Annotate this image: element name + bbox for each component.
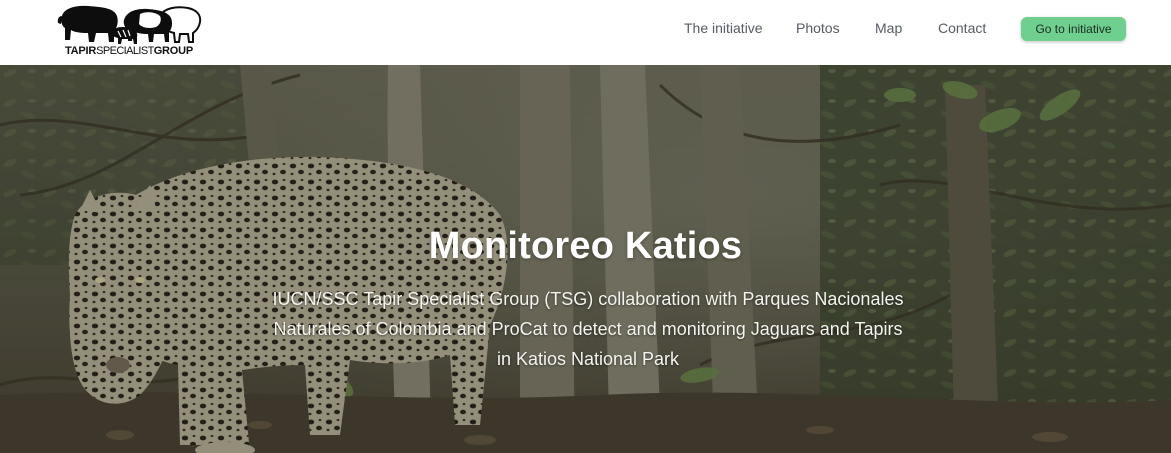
hero-title: Monitoreo Katios [428,225,743,267]
go-to-initiative-button[interactable]: Go to initiative [1021,17,1126,41]
logo-text-specialist: SPECIALIST [96,45,154,57]
nav-item-the-initiative[interactable]: The initiative [684,20,763,36]
logo-text-group: GROUP [153,45,194,57]
nav-item-map[interactable]: Map [875,20,902,36]
site-header: TAPIRSPECIALISTGROUP The initiative Phot… [0,0,1171,65]
hero-banner: Monitoreo Katios IUCN/SSC Tapir Speciali… [0,65,1171,453]
hero-subtitle: IUCN/SSC Tapir Specialist Group (TSG) co… [272,289,904,369]
nav-item-contact[interactable]: Contact [938,20,986,36]
tapir-specialist-group-logo[interactable]: TAPIRSPECIALISTGROUP [50,2,208,58]
nav-item-photos[interactable]: Photos [796,20,840,36]
logo-text-tapir: TAPIR [64,45,97,57]
logo-wordmark: TAPIRSPECIALISTGROUP [50,45,208,57]
tapir-family-logo-icon [57,5,202,44]
